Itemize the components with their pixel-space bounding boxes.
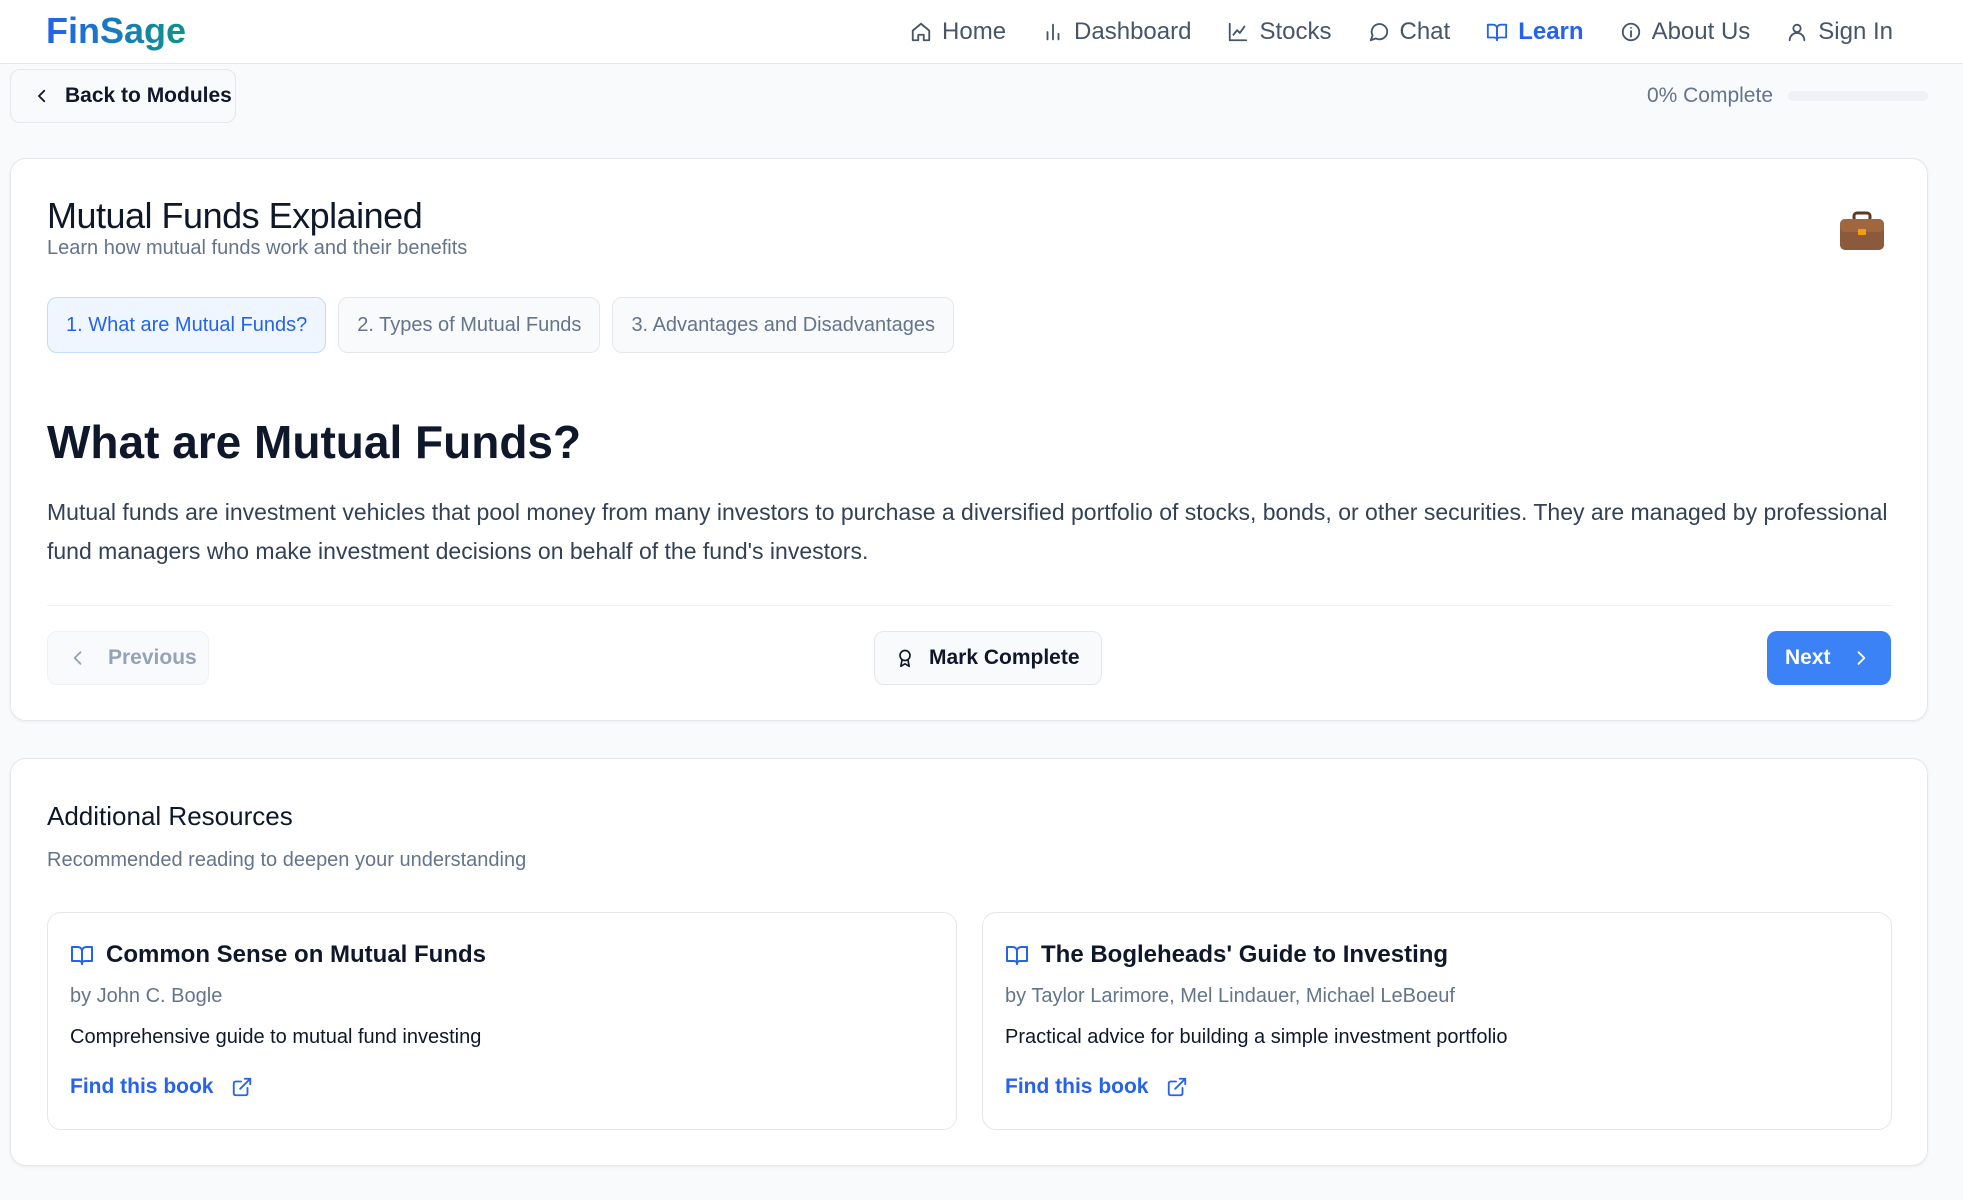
nav-label: Home — [942, 18, 1007, 45]
chevron-left-icon — [73, 651, 82, 665]
resources-subtitle: Recommended reading to deepen your under… — [47, 849, 527, 871]
book-title: Common Sense on Mutual Funds — [106, 941, 487, 968]
book-author: by Taylor Larimore, Mel Lindauer, Michae… — [1005, 985, 1455, 1007]
nav-item-dashboard[interactable]: Dashboard — [1042, 18, 1191, 46]
award-icon — [899, 649, 911, 668]
book-header: Common Sense on Mutual Funds — [70, 941, 486, 969]
info-icon — [1621, 22, 1640, 42]
nav-item-chat[interactable]: Chat — [1368, 18, 1451, 46]
nav-label: Learn — [1518, 18, 1584, 45]
find-book-link[interactable]: Find this book — [70, 1075, 253, 1099]
external-link-icon — [1168, 1077, 1187, 1097]
book-card: Common Sense on Mutual Funds by John C. … — [47, 912, 957, 1130]
book-open-icon — [71, 946, 93, 965]
chevron-left-icon — [38, 89, 46, 103]
previous-button[interactable]: Previous — [47, 631, 209, 685]
book-open-icon — [1487, 23, 1508, 42]
find-book-label: Find this book — [70, 1075, 214, 1098]
line-chart-icon — [1229, 22, 1248, 42]
back-to-modules-button[interactable]: Back to Modules — [10, 69, 236, 123]
book-author: by John C. Bogle — [70, 985, 223, 1007]
lesson-tabs: 1. What are Mutual Funds? 2. Types of Mu… — [47, 297, 954, 353]
resources-card: Additional Resources Recommended reading… — [10, 758, 1928, 1166]
book-description: Comprehensive guide to mutual fund inves… — [70, 1026, 482, 1048]
tab-advantages-disadvantages[interactable]: 3. Advantages and Disadvantages — [612, 297, 954, 353]
nav-item-sign-in[interactable]: Sign In — [1786, 18, 1893, 46]
find-book-link[interactable]: Find this book — [1005, 1075, 1188, 1099]
module-subtitle: Learn how mutual funds work and their be… — [47, 237, 468, 259]
book-header: The Bogleheads' Guide to Investing — [1005, 941, 1448, 969]
chevron-right-icon — [1857, 651, 1865, 665]
next-label: Next — [1785, 646, 1831, 669]
find-book-label: Find this book — [1005, 1075, 1149, 1098]
user-icon — [1789, 23, 1806, 42]
mark-complete-button[interactable]: Mark Complete — [874, 631, 1102, 685]
app-logo[interactable]: FinSage — [46, 10, 186, 52]
top-nav-bar: FinSage Home Dashboard Stocks Chat Learn… — [0, 0, 1963, 64]
nav-label: Stocks — [1259, 18, 1332, 45]
nav-item-about[interactable]: About Us — [1620, 18, 1751, 46]
module-title: Mutual Funds Explained — [47, 195, 423, 236]
nav-item-learn[interactable]: Learn — [1486, 18, 1584, 46]
nav-label: Chat — [1399, 18, 1451, 45]
main-nav: Home Dashboard Stocks Chat Learn About U… — [910, 0, 1893, 64]
book-open-icon — [1006, 946, 1028, 965]
chat-bubble-icon — [1369, 23, 1388, 42]
progress-label: 0% Complete — [1646, 84, 1773, 107]
divider — [47, 605, 1893, 606]
nav-label: About Us — [1651, 18, 1751, 45]
book-card: The Bogleheads' Guide to Investing by Ta… — [982, 912, 1892, 1130]
external-link-icon — [233, 1077, 252, 1097]
tab-what-are-mutual-funds[interactable]: 1. What are Mutual Funds? — [47, 297, 327, 353]
progress-bar — [1788, 91, 1928, 101]
nav-item-home[interactable]: Home — [910, 18, 1006, 46]
book-title: The Bogleheads' Guide to Investing — [1041, 941, 1449, 968]
resources-title: Additional Resources — [47, 801, 293, 831]
tab-types-of-mutual-funds[interactable]: 2. Types of Mutual Funds — [338, 297, 601, 353]
nav-label: Sign In — [1818, 18, 1893, 45]
previous-label: Previous — [108, 646, 197, 669]
back-label: Back to Modules — [65, 84, 232, 107]
next-button[interactable]: Next — [1767, 631, 1891, 685]
nav-item-stocks[interactable]: Stocks — [1227, 18, 1332, 46]
book-description: Practical advice for building a simple i… — [1005, 1026, 1508, 1048]
mark-complete-label: Mark Complete — [929, 646, 1080, 669]
bar-chart-icon — [1046, 23, 1060, 41]
section-title: What are Mutual Funds? — [47, 416, 582, 468]
home-icon — [911, 22, 931, 42]
section-body: Mutual funds are investment vehicles tha… — [47, 499, 1888, 564]
module-card: Mutual Funds Explained Learn how mutual … — [10, 158, 1928, 721]
nav-label: Dashboard — [1074, 18, 1192, 45]
briefcase-icon — [1840, 211, 1884, 250]
